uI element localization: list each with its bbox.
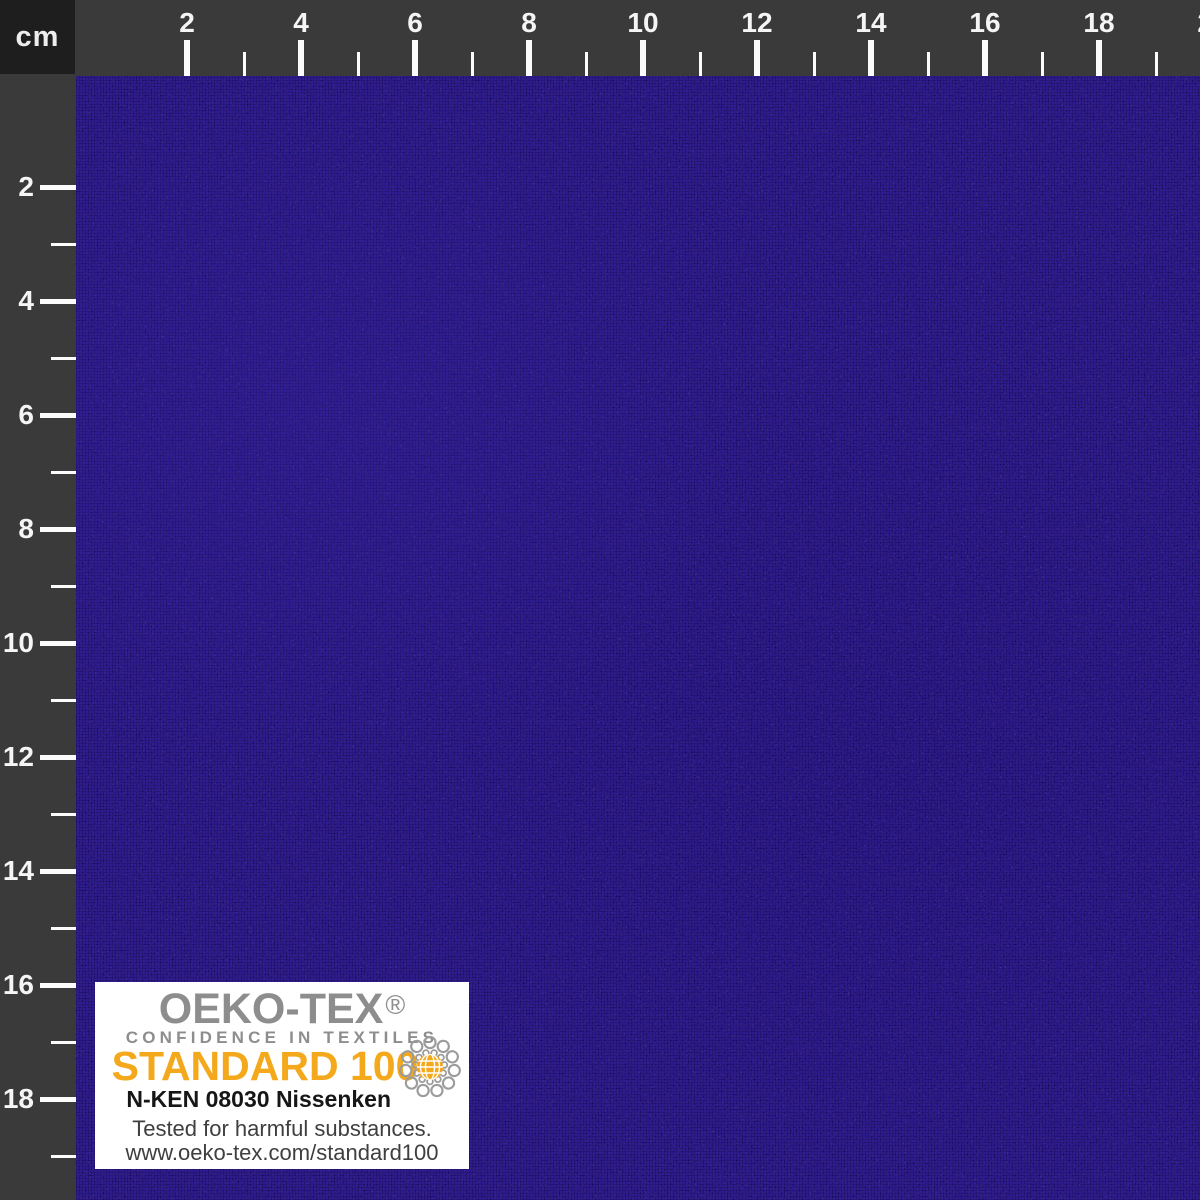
ruler-number: 6: [18, 399, 34, 430]
ruler-tick-minor: [51, 357, 76, 360]
ruler-tick-major: [40, 983, 76, 988]
ruler-left: 2 4 6 8 10 12 14 16 18: [0, 76, 76, 1200]
ruler-tick-major: [754, 40, 760, 76]
ruler-tick-minor: [51, 471, 76, 474]
ruler-number: 4: [293, 7, 309, 38]
standard-100-text: STANDARD 100: [111, 1043, 419, 1089]
registered-trademark-icon: ®: [385, 990, 406, 1020]
ruler-tick-minor: [51, 243, 76, 246]
ruler-tick-minor: [51, 813, 76, 816]
ruler-number: 18: [2, 1083, 34, 1114]
ruler-tick-minor: [51, 1155, 76, 1158]
tested-substances-text: Tested for harmful substances.: [132, 1116, 432, 1141]
ruler-top: 2468101214161820: [0, 0, 1200, 76]
ruler-number: 8: [521, 7, 537, 38]
ruler-number: 16: [2, 969, 34, 1000]
ruler-tick-major: [40, 869, 76, 874]
ruler-tick-minor: [1155, 52, 1158, 76]
ruler-number: 10: [627, 7, 659, 38]
ruler-number: 6: [407, 7, 423, 38]
ruler-tick-minor: [927, 52, 930, 76]
ruler-tick-major: [298, 40, 304, 76]
ruler-tick-minor: [51, 1041, 76, 1044]
ruler-tick-minor: [51, 927, 76, 930]
ruler-number: 4: [18, 285, 34, 316]
ruler-tick-minor: [471, 52, 474, 76]
oekotex-url-text: www.oeko-tex.com/standard100: [125, 1140, 439, 1165]
ruler-tick-minor: [1041, 52, 1044, 76]
ruler-tick-major: [526, 40, 532, 76]
ruler-tick-major: [982, 40, 988, 76]
ruler-tick-major: [40, 413, 76, 418]
ruler-tick-minor: [585, 52, 588, 76]
ruler-tick-minor: [51, 585, 76, 588]
ruler-tick-major: [412, 40, 418, 76]
ruler-number: 10: [2, 627, 34, 658]
fabric-swatch-viewer: 2468101214161820 24681012141618 cm: [0, 0, 1200, 1200]
ruler-number: 14: [855, 7, 887, 38]
ruler-tick-major: [40, 641, 76, 646]
ruler-tick-minor: [357, 52, 360, 76]
brand-name: OEKO-TEX: [158, 985, 384, 1033]
ruler-tick-major: [40, 1097, 76, 1102]
ruler-number: 16: [969, 7, 1001, 38]
ruler-tick-major: [640, 40, 646, 76]
ruler-tick-major: [40, 299, 76, 304]
ruler-tick-major: [40, 755, 76, 760]
oekotex-brand-text: OEKO-TEX®: [95, 983, 469, 1031]
ruler-number: 2: [179, 7, 195, 38]
ruler-tick-minor: [51, 699, 76, 702]
ruler-tick-major: [40, 527, 76, 532]
ruler-tick-minor: [243, 52, 246, 76]
ruler-number: 8: [18, 513, 34, 544]
certificate-number: N-KEN 08030 Nissenken: [126, 1086, 391, 1112]
fabric-swatch: OEKO-TEX® CONFIDENCE IN TEXTILES STANDAR…: [76, 76, 1200, 1200]
ruler-number: 12: [741, 7, 773, 38]
ruler-number: 18: [1083, 7, 1115, 38]
ruler-number: 14: [2, 855, 34, 886]
ruler-tick-major: [184, 40, 190, 76]
ruler-number: 2: [18, 171, 34, 202]
ruler-tick-minor: [699, 52, 702, 76]
globe-icon: [399, 1035, 461, 1098]
ruler-tick-major: [40, 185, 76, 190]
ruler-unit-text: cm: [15, 20, 60, 53]
oekotex-certification-label: OEKO-TEX® CONFIDENCE IN TEXTILES STANDAR…: [95, 982, 469, 1169]
ruler-tick-minor: [813, 52, 816, 76]
ruler-number: 12: [2, 741, 34, 772]
ruler-tick-major: [868, 40, 874, 76]
ruler-tick-major: [1096, 40, 1102, 76]
ruler-unit-label: cm: [0, 0, 75, 74]
